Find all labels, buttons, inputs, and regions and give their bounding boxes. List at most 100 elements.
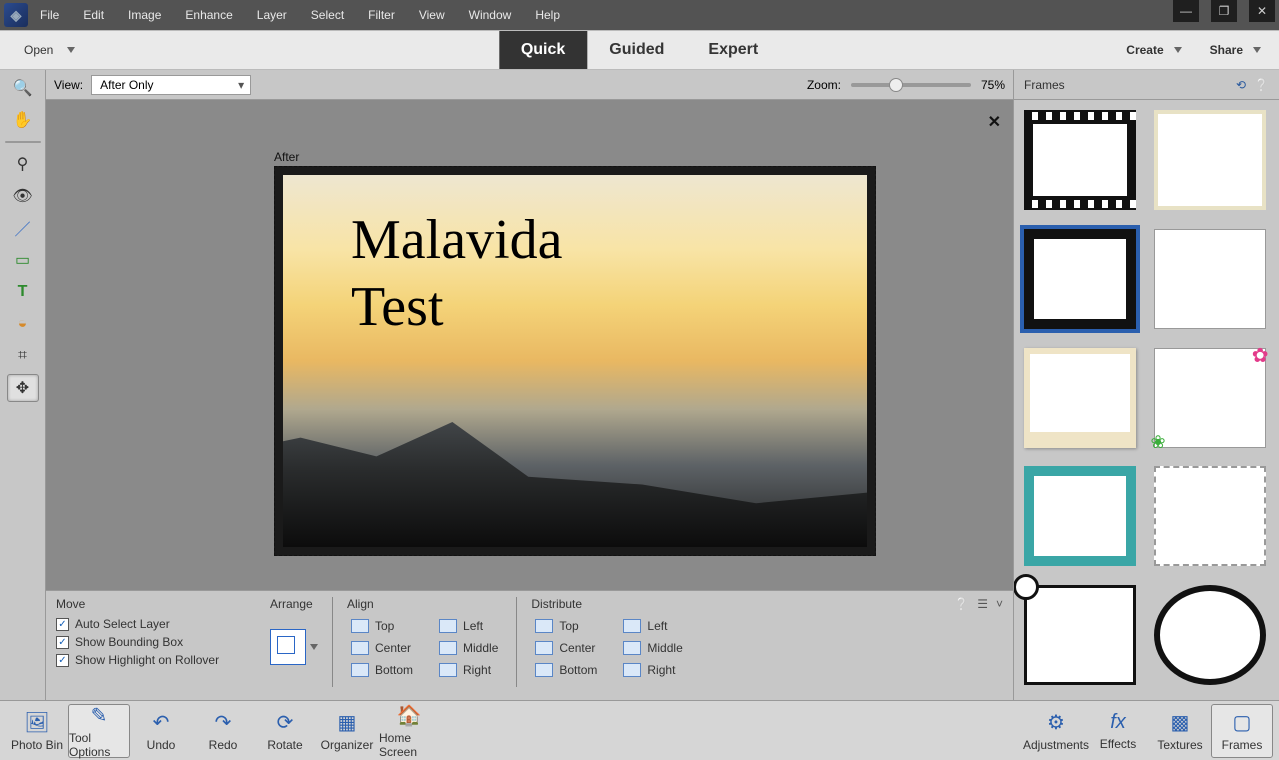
share-button[interactable]: Share — [1200, 43, 1271, 57]
align-middle[interactable]: Middle — [435, 639, 502, 657]
close-button[interactable]: ✕ — [1249, 0, 1275, 22]
restore-button[interactable]: ❐ — [1211, 0, 1237, 22]
action-bar: Open Quick Guided Expert Create Share — [0, 30, 1279, 70]
distribute-left[interactable]: Left — [619, 617, 686, 635]
frames-panel: Frames ⟲ ❔ — [1013, 70, 1279, 700]
tool-options-button[interactable]: ✎Tool Options — [68, 704, 130, 758]
arrange-header: Arrange — [270, 597, 318, 611]
distribute-center[interactable]: Center — [531, 639, 601, 657]
organizer-button[interactable]: ▦Organizer — [316, 704, 378, 758]
hand-tool[interactable]: ✋ — [7, 106, 39, 134]
menu-help[interactable]: Help — [523, 0, 572, 30]
frame-thin[interactable] — [1154, 229, 1266, 329]
align-left[interactable]: Left — [435, 617, 502, 635]
view-dropdown[interactable]: After Only — [91, 75, 251, 95]
undo-button[interactable]: ↶Undo — [130, 704, 192, 758]
adjustments-button[interactable]: ⚙Adjustments — [1025, 704, 1087, 758]
textures-icon: ▩ — [1171, 710, 1190, 735]
minimize-button[interactable]: — — [1173, 0, 1199, 22]
frame-thick-black[interactable] — [1024, 229, 1136, 329]
frame-circle[interactable] — [1154, 585, 1266, 685]
frame-plain-light[interactable] — [1154, 110, 1266, 210]
move-header: Move — [56, 597, 256, 611]
reset-icon[interactable]: ⟲ — [1236, 78, 1246, 92]
menu-view[interactable]: View — [407, 0, 457, 30]
document-canvas[interactable]: Malavida Test — [274, 166, 876, 556]
close-document-icon[interactable]: ✕ — [988, 112, 1001, 132]
show-highlight-rollover-checkbox[interactable]: ✓Show Highlight on Rollover — [56, 653, 256, 667]
menu-edit[interactable]: Edit — [71, 0, 116, 30]
rotate-button[interactable]: ⟳Rotate — [254, 704, 316, 758]
home-icon: 🏠 — [397, 703, 422, 728]
align-right[interactable]: Right — [435, 661, 502, 679]
move-tool[interactable]: ✥ — [7, 374, 39, 402]
distribute-middle[interactable]: Middle — [619, 639, 686, 657]
open-button[interactable]: Open — [0, 31, 99, 69]
photo-bin-button[interactable]: 🖼Photo Bin — [6, 704, 68, 758]
zoom-label: Zoom: — [807, 78, 841, 92]
zoom-slider-knob[interactable] — [889, 78, 903, 92]
collapse-icon[interactable]: ˅ — [996, 597, 1003, 611]
menu-filter[interactable]: Filter — [356, 0, 407, 30]
undo-icon: ↶ — [153, 710, 170, 735]
frame-polaroid[interactable] — [1024, 348, 1136, 448]
help-icon[interactable]: ❔ — [954, 597, 969, 611]
quick-select-tool[interactable]: ⚲ — [7, 150, 39, 178]
frames-title: Frames — [1024, 78, 1065, 92]
frames-button[interactable]: ▢Frames — [1211, 704, 1273, 758]
menu-image[interactable]: Image — [116, 0, 173, 30]
whiten-tool[interactable]: ／ — [7, 214, 39, 242]
healing-tool[interactable]: ◒ — [7, 310, 39, 338]
frame-search[interactable] — [1024, 585, 1136, 685]
redeye-tool[interactable]: 👁 — [7, 182, 39, 210]
chevron-down-icon[interactable] — [310, 644, 318, 650]
menu-select[interactable]: Select — [299, 0, 356, 30]
mode-guided[interactable]: Guided — [587, 31, 686, 69]
panel-menu-icon[interactable]: ☰ — [977, 597, 988, 611]
frame-teal[interactable] — [1024, 466, 1136, 566]
tool-separator — [5, 141, 41, 143]
auto-select-layer-checkbox[interactable]: ✓Auto Select Layer — [56, 617, 256, 631]
chevron-down-icon — [67, 47, 75, 53]
mode-quick[interactable]: Quick — [499, 31, 587, 69]
textures-button[interactable]: ▩Textures — [1149, 704, 1211, 758]
organizer-icon: ▦ — [338, 710, 357, 735]
redo-button[interactable]: ↷Redo — [192, 704, 254, 758]
arrange-button[interactable] — [270, 629, 306, 665]
chevron-down-icon — [1253, 47, 1261, 53]
home-screen-button[interactable]: 🏠Home Screen — [378, 704, 440, 758]
effects-button[interactable]: fxEffects — [1087, 704, 1149, 758]
straighten-tool[interactable]: ▭ — [7, 246, 39, 274]
mode-expert[interactable]: Expert — [686, 31, 780, 69]
effects-icon: fx — [1110, 711, 1126, 734]
footer-bar: 🖼Photo Bin ✎Tool Options ↶Undo ↷Redo ⟳Ro… — [0, 700, 1279, 760]
tool-options-icon: ✎ — [91, 703, 108, 728]
frame-flower[interactable] — [1154, 348, 1266, 448]
open-label: Open — [24, 43, 53, 57]
photo-bin-icon: 🖼 — [24, 710, 49, 735]
frame-film[interactable] — [1024, 110, 1136, 210]
canvas-text[interactable]: Malavida Test — [351, 207, 562, 341]
distribute-right[interactable]: Right — [619, 661, 686, 679]
menu-enhance[interactable]: Enhance — [173, 0, 244, 30]
align-bottom[interactable]: Bottom — [347, 661, 417, 679]
align-center[interactable]: Center — [347, 639, 417, 657]
menu-layer[interactable]: Layer — [245, 0, 299, 30]
distribute-bottom[interactable]: Bottom — [531, 661, 601, 679]
adjustments-icon: ⚙ — [1047, 710, 1065, 735]
redo-icon: ↷ — [215, 710, 232, 735]
align-top[interactable]: Top — [347, 617, 417, 635]
create-button[interactable]: Create — [1116, 43, 1191, 57]
show-bounding-box-checkbox[interactable]: ✓Show Bounding Box — [56, 635, 256, 649]
frame-stamp[interactable] — [1154, 466, 1266, 566]
photo-content: Malavida Test — [283, 175, 867, 547]
distribute-top[interactable]: Top — [531, 617, 601, 635]
zoom-slider[interactable] — [851, 83, 971, 87]
canvas-area: ✕ After Malavida Test — [46, 100, 1013, 590]
text-tool[interactable]: T — [7, 278, 39, 306]
help-icon[interactable]: ❔ — [1254, 78, 1269, 92]
crop-tool[interactable]: ⌗ — [7, 342, 39, 370]
menu-file[interactable]: File — [28, 0, 71, 30]
zoom-tool[interactable]: 🔍 — [7, 74, 39, 102]
menu-window[interactable]: Window — [457, 0, 524, 30]
